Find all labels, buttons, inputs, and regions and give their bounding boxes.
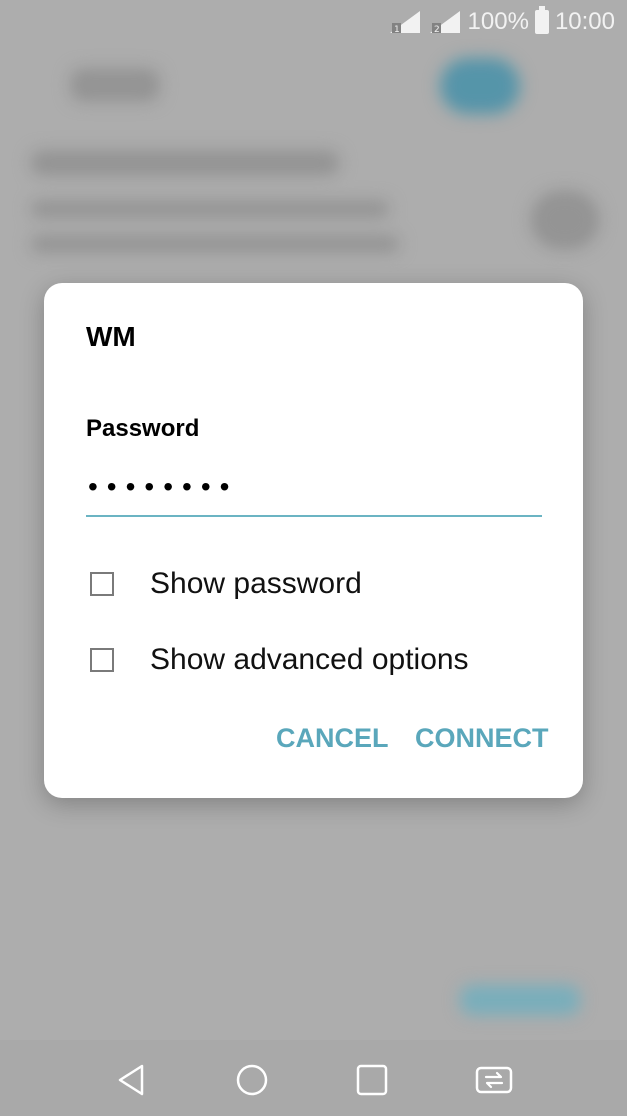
dual-window-icon[interactable] (474, 1060, 514, 1100)
cancel-button[interactable]: CANCEL (276, 723, 389, 754)
show-advanced-options-row[interactable]: Show advanced options (90, 643, 469, 677)
navigation-bar (0, 1040, 627, 1116)
password-value: •••••••• (88, 471, 239, 502)
show-password-label: Show password (150, 567, 362, 600)
back-icon[interactable] (112, 1060, 152, 1100)
home-icon[interactable] (232, 1060, 272, 1100)
show-password-row[interactable]: Show password (90, 567, 362, 601)
connect-button[interactable]: CONNECT (415, 723, 549, 754)
show-password-checkbox[interactable] (90, 572, 114, 596)
dialog-title: WM (86, 321, 136, 352)
wifi-password-dialog: WM Password •••••••• Show password Show … (44, 283, 583, 798)
password-field[interactable]: •••••••• (86, 463, 542, 517)
show-advanced-options-checkbox[interactable] (90, 648, 114, 672)
recents-icon[interactable] (352, 1060, 392, 1100)
show-advanced-options-label: Show advanced options (150, 643, 469, 676)
password-label: Password (86, 415, 200, 442)
